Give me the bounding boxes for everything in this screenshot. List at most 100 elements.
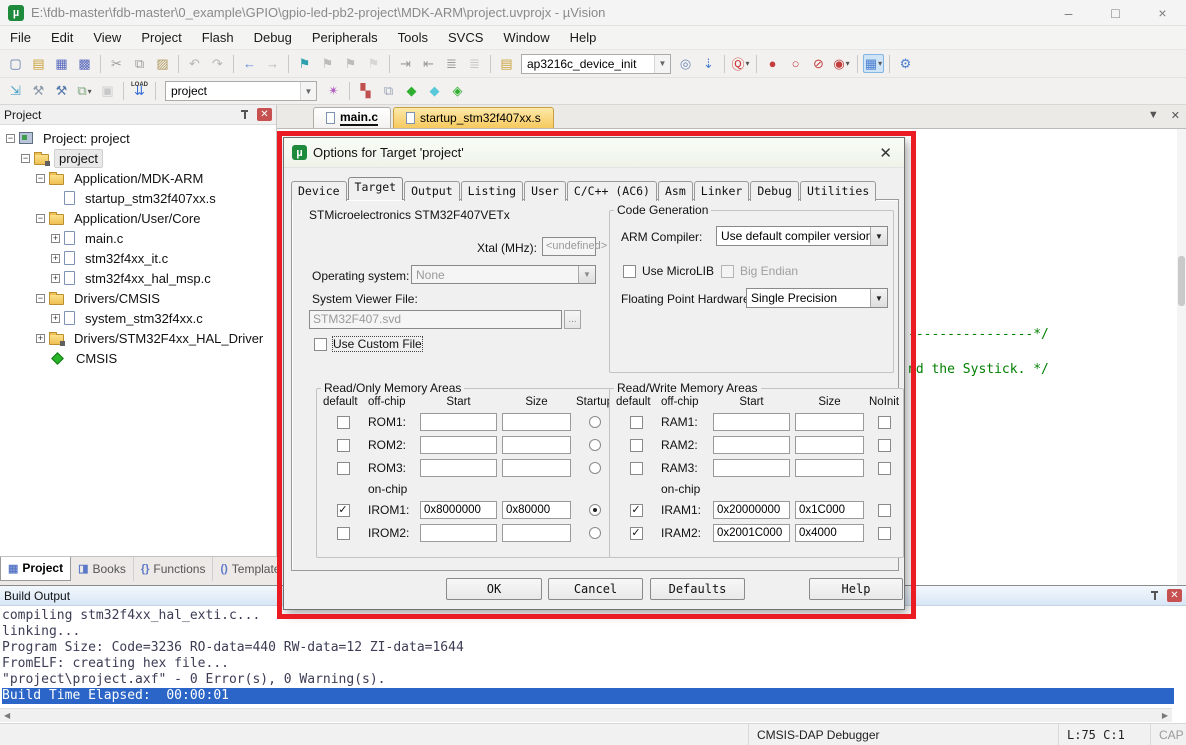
tab-asm[interactable]: Asm xyxy=(658,181,693,201)
rom-irom2-default-checkbox[interactable] xyxy=(337,527,350,540)
tab-linker[interactable]: Linker xyxy=(694,181,750,201)
tree-item[interactable]: CMSIS xyxy=(2,348,276,368)
tree-item[interactable]: +main.c xyxy=(2,228,276,248)
defaults-button[interactable]: Defaults xyxy=(650,578,745,600)
chevron-down-icon[interactable]: ▼ xyxy=(300,82,316,100)
ram-ram1-start-input[interactable] xyxy=(713,413,790,431)
ram-iram2-default-checkbox[interactable]: ✓ xyxy=(630,527,643,540)
rom-rom1-default-checkbox[interactable] xyxy=(337,416,350,429)
configure-wrench-icon[interactable]: ⚙ xyxy=(895,54,916,73)
dialog-close-icon[interactable]: ✕ xyxy=(875,144,896,162)
find-in-files-icon[interactable]: ◎ xyxy=(675,54,696,73)
copy-icon[interactable]: ⧉ xyxy=(129,54,150,73)
translate-file-icon[interactable]: ⇲ xyxy=(5,82,26,101)
tree-item[interactable]: −Drivers/CMSIS xyxy=(2,288,276,308)
rom-rom1-start-input[interactable] xyxy=(420,413,497,431)
rom-irom2-start-input[interactable] xyxy=(420,524,497,542)
ram-iram2-noinit-checkbox[interactable] xyxy=(878,527,891,540)
file-extensions-icon[interactable]: ▚ xyxy=(355,82,376,101)
ram-ram2-start-input[interactable] xyxy=(713,436,790,454)
find-symbol-icon[interactable]: ▤ xyxy=(496,54,517,73)
big-endian-checkbox[interactable]: Big Endian xyxy=(721,264,798,278)
expand-icon[interactable]: + xyxy=(51,254,60,263)
manage-rte-icon[interactable]: ◆ xyxy=(401,82,422,101)
batch-build-icon[interactable]: ⧉▾ xyxy=(74,82,95,101)
cancel-button[interactable]: Cancel xyxy=(548,578,643,600)
chevron-down-icon[interactable]: ▾ xyxy=(88,87,92,96)
tab-user[interactable]: User xyxy=(524,181,566,201)
find-dropdown-icon[interactable]: Ⓠ▾ xyxy=(730,54,751,73)
dock-tab-books[interactable]: ◨Books xyxy=(71,557,134,581)
ram-iram1-noinit-checkbox[interactable] xyxy=(878,504,891,517)
collapse-icon[interactable]: − xyxy=(36,214,45,223)
close-document-icon[interactable]: ✕ xyxy=(1171,109,1180,122)
rom-rom3-startup-radio[interactable] xyxy=(589,462,601,474)
window-layout-icon[interactable]: ▦▾ xyxy=(863,54,884,73)
navigate-forward-icon[interactable]: → xyxy=(262,54,283,73)
window-stack-icon[interactable]: ⧉ xyxy=(378,82,399,101)
collapse-icon[interactable]: − xyxy=(36,294,45,303)
ram-ram3-default-checkbox[interactable] xyxy=(630,462,643,475)
ram-ram1-size-input[interactable] xyxy=(795,413,864,431)
tree-item[interactable]: startup_stm32f407xx.s xyxy=(2,188,276,208)
ram-ram3-noinit-checkbox[interactable] xyxy=(878,462,891,475)
menu-file[interactable]: File xyxy=(0,27,41,48)
editor-tab-startup_stm32f407xx.s[interactable]: startup_stm32f407xx.s xyxy=(393,107,554,128)
ram-ram1-default-checkbox[interactable] xyxy=(630,416,643,429)
outdent-icon[interactable]: ⇤ xyxy=(418,54,439,73)
rom-rom2-size-input[interactable] xyxy=(502,436,571,454)
xtal-input[interactable]: <undefined> xyxy=(542,237,596,256)
collapse-icon[interactable]: − xyxy=(36,174,45,183)
disable-breakpoint-icon[interactable]: ⊘ xyxy=(808,54,829,73)
pin-icon[interactable] xyxy=(239,109,251,121)
menu-debug[interactable]: Debug xyxy=(244,27,302,48)
build-icon[interactable]: ⚒ xyxy=(28,82,49,101)
document-list-dropdown-icon[interactable]: ▼ xyxy=(1148,109,1159,122)
clear-bookmarks-icon[interactable]: ⚑ xyxy=(363,54,384,73)
close-icon[interactable]: ✕ xyxy=(1167,589,1182,602)
chevron-down-icon[interactable]: ▼ xyxy=(870,289,887,307)
ram-iram1-start-input[interactable] xyxy=(713,501,790,519)
operating-system-select[interactable]: None ▼ xyxy=(411,265,596,284)
tree-item[interactable]: −project xyxy=(2,148,276,168)
pin-icon[interactable] xyxy=(1149,590,1161,602)
ram-ram3-size-input[interactable] xyxy=(795,459,864,477)
menu-view[interactable]: View xyxy=(83,27,131,48)
system-viewer-file-input[interactable]: STM32F407.svd xyxy=(309,310,562,329)
rom-rom2-start-input[interactable] xyxy=(420,436,497,454)
open-folder-icon[interactable]: ▤ xyxy=(28,54,49,73)
rom-irom2-size-input[interactable] xyxy=(502,524,571,542)
rom-rom1-size-input[interactable] xyxy=(502,413,571,431)
ram-iram1-size-input[interactable] xyxy=(795,501,864,519)
rom-irom1-size-input[interactable] xyxy=(502,501,571,519)
enable-breakpoint-icon[interactable]: ○ xyxy=(785,54,806,73)
rom-rom3-size-input[interactable] xyxy=(502,459,571,477)
ram-ram3-start-input[interactable] xyxy=(713,459,790,477)
ram-ram2-size-input[interactable] xyxy=(795,436,864,454)
menu-project[interactable]: Project xyxy=(131,27,191,48)
rom-irom2-startup-radio[interactable] xyxy=(589,527,601,539)
menu-window[interactable]: Window xyxy=(493,27,559,48)
arm-compiler-select[interactable]: Use default compiler version 6 ▼ xyxy=(716,226,888,246)
expand-icon[interactable]: + xyxy=(51,314,60,323)
browse-button[interactable]: ... xyxy=(564,310,581,329)
collapse-icon[interactable]: − xyxy=(6,134,15,143)
options-for-target-wand-icon[interactable]: ✴ xyxy=(323,82,344,101)
menu-tools[interactable]: Tools xyxy=(388,27,438,48)
comment-icon[interactable]: ≣ xyxy=(441,54,462,73)
ok-button[interactable]: OK xyxy=(446,578,542,600)
redo-icon[interactable]: ↷ xyxy=(207,54,228,73)
insert-breakpoint-icon[interactable]: ● xyxy=(762,54,783,73)
tree-item[interactable]: −Application/User/Core xyxy=(2,208,276,228)
cut-icon[interactable]: ✂ xyxy=(106,54,127,73)
toggle-bookmark-icon[interactable]: ⚑ xyxy=(294,54,315,73)
tab-utilities[interactable]: Utilities xyxy=(800,181,876,201)
scrollbar-thumb[interactable] xyxy=(1178,256,1185,306)
build-horizontal-scrollbar[interactable]: ◀ ▶ xyxy=(0,708,1172,722)
tab-listing[interactable]: Listing xyxy=(461,181,523,201)
paste-icon[interactable]: ▨ xyxy=(152,54,173,73)
save-all-icon[interactable]: ▩ xyxy=(74,54,95,73)
tab-c-c-ac6-[interactable]: C/C++ (AC6) xyxy=(567,181,657,201)
collapse-icon[interactable]: − xyxy=(21,154,30,163)
chevron-down-icon[interactable]: ▾ xyxy=(878,59,882,68)
